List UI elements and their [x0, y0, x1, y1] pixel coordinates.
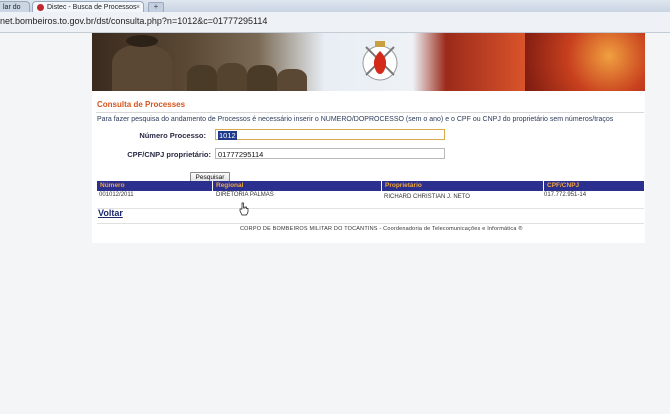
banner-figure: [247, 65, 277, 91]
tab-active[interactable]: Distec - Busca de Processos ×: [32, 1, 144, 12]
banner-figure: [187, 65, 217, 91]
numero-processo-value: 1012: [218, 131, 237, 140]
column-header-numero: Número: [100, 182, 125, 189]
favicon-icon: [37, 4, 44, 11]
hand-cursor-icon: [239, 202, 249, 216]
url-text[interactable]: net.bombeiros.to.gov.br/dst/consulta.php…: [0, 16, 267, 26]
column-separator: [212, 181, 213, 191]
banner-figure: [277, 69, 307, 91]
row-divider: [97, 208, 644, 209]
footer-divider: [97, 223, 644, 224]
table-cell-cpf-cnpj: 017.772.951-14: [544, 192, 587, 198]
footer-text: CORPO DE BOMBEIROS MILITAR DO TOCANTINS …: [240, 226, 523, 232]
close-tab-icon[interactable]: ×: [136, 2, 140, 12]
fire-brigade-emblem-icon: [362, 41, 398, 81]
numero-processo-input[interactable]: 1012: [215, 129, 445, 140]
page-content: Consulta de Processes Para fazer pesquis…: [92, 33, 645, 243]
instructions-text: Para fazer pesquisa do andamento de Proc…: [97, 116, 614, 123]
tab-previous[interactable]: lar do: [0, 1, 30, 12]
cpf-cnpj-value: 01777295114: [218, 150, 264, 159]
tab-active-label: Distec - Busca de Processos: [47, 4, 137, 11]
header-banner: [92, 33, 645, 91]
address-bar[interactable]: net.bombeiros.to.gov.br/dst/consulta.php…: [0, 12, 670, 33]
column-header-regional: Regional: [216, 182, 244, 189]
column-header-cpf-cnpj: CPF/CNPJ: [547, 182, 580, 189]
divider: [96, 112, 644, 113]
banner-figure: [217, 63, 247, 91]
cpf-cnpj-label: CPF/CNPJ proprietário:: [127, 150, 211, 159]
table-cell-numero: 001012/2011: [99, 192, 134, 198]
results-table-header: Número Regional Proprietário CPF/CNPJ: [97, 181, 644, 191]
column-header-proprietario: Proprietário: [385, 182, 422, 189]
numero-processo-label: Número Processo:: [139, 131, 206, 140]
tab-previous-label: lar do: [3, 4, 21, 11]
column-separator: [543, 181, 544, 191]
banner-figure: [112, 45, 172, 91]
table-cell-regional[interactable]: DIRETORIA PALMAS: [216, 192, 274, 198]
cpf-cnpj-input[interactable]: 01777295114: [215, 148, 445, 159]
column-separator: [381, 181, 382, 191]
voltar-link[interactable]: Voltar: [98, 208, 123, 218]
banner-firefighter: [525, 33, 645, 91]
tab-bar: lar do Distec - Busca de Processos × +: [0, 0, 670, 13]
table-cell-proprietario: RICHARD CHRISTIAN J. NETO: [384, 194, 470, 200]
section-title: Consulta de Processes: [97, 100, 186, 109]
banner-figure: [126, 35, 158, 47]
